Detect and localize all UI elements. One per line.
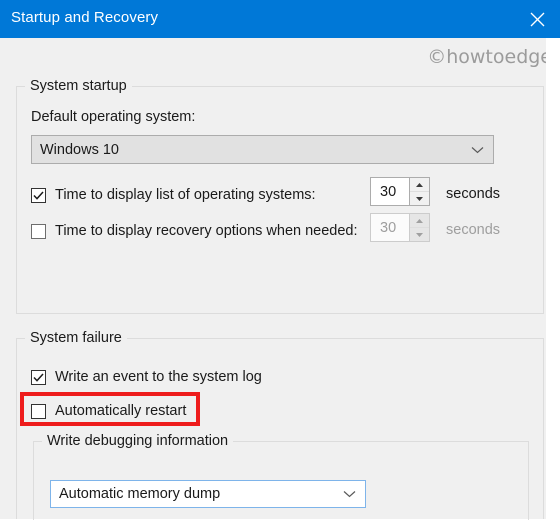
window-frame-edge [546,38,560,519]
default-os-combobox[interactable]: Windows 10 [31,135,494,164]
time-to-display-os-list-label: Time to display list of operating system… [55,187,316,203]
recovery-timeout-value: 30 [380,219,397,236]
time-to-display-recovery-label: Time to display recovery options when ne… [55,223,358,239]
write-event-to-system-log-checkbox[interactable]: Write an event to the system log [31,369,262,385]
spinner-buttons [409,214,429,241]
os-list-timeout-spinner[interactable]: 30 [370,177,430,206]
spinner-up-icon [410,214,429,228]
automatically-restart-checkbox[interactable]: Automatically restart [31,403,186,419]
chevron-down-icon [471,145,484,154]
time-to-display-recovery-checkbox[interactable]: Time to display recovery options when ne… [31,223,358,239]
debugging-information-value: Automatic memory dump [59,486,221,502]
write-event-to-system-log-label: Write an event to the system log [55,369,262,385]
write-debugging-information-group: Write debugging information Automatic me… [33,433,529,520]
system-startup-legend: System startup [25,78,132,94]
spinner-up-icon[interactable] [410,178,429,192]
watermark: ©howtoedge [427,46,552,68]
system-failure-legend: System failure [25,330,127,346]
os-list-timeout-value[interactable]: 30 [371,178,409,205]
recovery-timeout-unit: seconds [446,222,501,238]
spinner-down-icon [410,228,429,241]
debugging-information-combobox[interactable]: Automatic memory dump [50,480,366,508]
chevron-down-icon [343,490,356,499]
time-to-display-os-list-checkbox[interactable]: Time to display list of operating system… [31,187,316,203]
spinner-buttons [409,178,429,205]
automatically-restart-label: Automatically restart [55,403,187,419]
window-title: Startup and Recovery [11,9,159,26]
default-os-label: Default operating system: [31,109,196,125]
startup-and-recovery-dialog: Startup and Recovery ©howtoedge System s… [0,0,560,520]
checkbox-box [31,403,46,419]
close-button[interactable] [514,0,560,38]
write-debugging-information-legend: Write debugging information [42,433,234,449]
checkbox-box [31,187,46,203]
os-list-timeout-unit: seconds [446,186,501,202]
title-bar: Startup and Recovery [0,0,560,38]
default-os-value: Windows 10 [40,141,119,158]
close-icon [530,12,545,27]
recovery-timeout-spinner: 30 [370,213,430,242]
checkbox-box [31,223,46,239]
system-failure-group: System failure Write an event to the sys… [16,330,544,520]
spinner-down-icon[interactable] [410,192,429,205]
checkbox-box [31,369,46,385]
